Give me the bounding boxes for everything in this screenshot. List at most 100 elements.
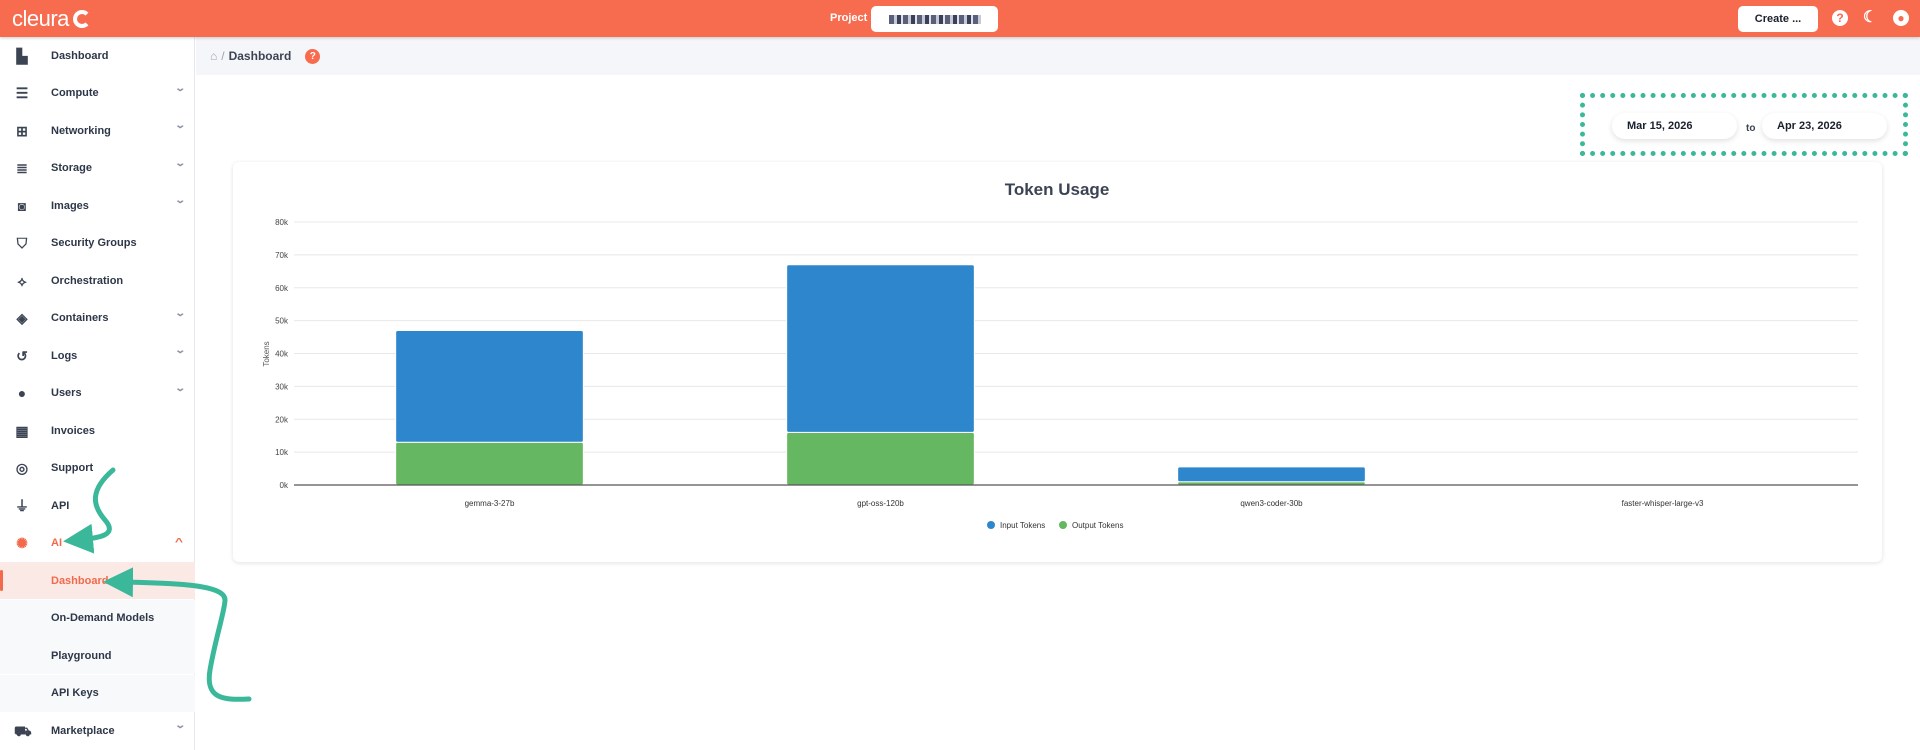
y-tick-label: 30k bbox=[275, 382, 289, 391]
sidebar-item-label: Orchestration bbox=[51, 274, 124, 287]
sidebar-item-label: On-Demand Models bbox=[51, 612, 155, 624]
sitemap-icon: ⊞ bbox=[16, 122, 28, 139]
chevron-up-icon[interactable]: ^ bbox=[175, 537, 183, 548]
y-tick-label: 60k bbox=[275, 284, 289, 293]
sidebar-item-label: API bbox=[51, 499, 70, 512]
x-tick-label: gpt-oss-120b bbox=[857, 499, 904, 508]
sidebar-item-logs[interactable]: ↺ Logs ⌄ bbox=[0, 337, 195, 374]
chevron-down-icon[interactable]: ⌄ bbox=[174, 345, 186, 356]
sidebar-item-label: Dashboard bbox=[51, 574, 109, 587]
cart-icon: ⛟ bbox=[14, 722, 32, 739]
breadcrumb: ⌂ / Dashboard ? bbox=[196, 37, 1920, 75]
x-tick-label: faster-whisper-large-v3 bbox=[1622, 499, 1704, 508]
project-label: Project bbox=[830, 12, 868, 24]
sidebar-item-label: Storage bbox=[51, 162, 92, 174]
sidebar-item-label: Security Groups bbox=[51, 237, 137, 249]
server-icon: ☰ bbox=[15, 85, 29, 101]
sidebar-item-dashboard-sub[interactable]: Dashboard bbox=[0, 562, 195, 599]
sidebar-item-label: Containers bbox=[51, 312, 109, 324]
chevron-down-icon[interactable]: ⌄ bbox=[174, 195, 186, 206]
sidebar-item-label: Images bbox=[51, 199, 89, 212]
y-tick-label: 80k bbox=[275, 218, 289, 227]
sidebar-item-label: Networking bbox=[51, 124, 111, 137]
y-tick-label: 40k bbox=[275, 350, 289, 359]
sidebar-item-users[interactable]: ● Users ⌄ bbox=[0, 375, 195, 412]
bar-input-tokens bbox=[786, 264, 975, 433]
end-date-input[interactable]: Apr 23, 2026 bbox=[1762, 113, 1887, 139]
bar-output-tokens bbox=[786, 431, 975, 486]
chevron-down-icon[interactable]: ⌄ bbox=[174, 83, 186, 94]
breadcrumb-current: Dashboard bbox=[228, 49, 292, 63]
y-tick-label: 50k bbox=[275, 317, 289, 326]
bar-input-tokens bbox=[1177, 466, 1366, 483]
sidebar-item-label: Playground bbox=[51, 649, 112, 662]
camera-icon: ◙ bbox=[17, 197, 27, 214]
sidebar-item-on-demand-models-sub[interactable]: On-Demand Models bbox=[0, 599, 195, 637]
create-button[interactable]: Create ... bbox=[1738, 6, 1818, 32]
start-date-input[interactable]: Mar 15, 2026 bbox=[1612, 113, 1737, 139]
token-usage-chart: Token Usage Tokens 0k 10k 20k 30k 40k 50k 60k 70k… bbox=[262, 180, 1858, 530]
sidebar-item-compute[interactable]: ☰ Compute ⌄ bbox=[0, 75, 195, 112]
plug-icon: ⏚ bbox=[15, 497, 29, 514]
legend-item: Output Tokens bbox=[1072, 521, 1123, 530]
sidebar-item-label: Compute bbox=[51, 87, 99, 99]
help-icon[interactable]: ? bbox=[305, 48, 321, 64]
life-ring-icon: ◎ bbox=[15, 460, 29, 476]
sidebar-item-label: API Keys bbox=[51, 687, 99, 699]
y-tick-label: 20k bbox=[275, 415, 289, 424]
sidebar-item-dashboard[interactable]: ▙ Dashboard bbox=[0, 37, 195, 74]
sidebar-item-api-keys-sub[interactable]: API Keys bbox=[0, 674, 195, 712]
date-separator: to bbox=[1746, 123, 1756, 134]
top-header: cleura Project Create ... ? ☾ ● bbox=[0, 0, 1920, 37]
chart-title: Token Usage bbox=[1005, 180, 1110, 199]
chevron-down-icon[interactable]: ⌄ bbox=[174, 120, 186, 131]
sidebar: ▙ Dashboard ☰ Compute ⌄ ⊞ Networking ⌄ ≣ Storage ⌄… bbox=[0, 37, 195, 750]
sidebar-item-orchestration[interactable]: ⟡ Orchestration bbox=[0, 262, 195, 299]
home-icon[interactable]: ⌂ bbox=[210, 49, 217, 63]
moon-icon[interactable]: ☾ bbox=[1862, 10, 1878, 26]
x-tick-label: gemma-3-27b bbox=[465, 499, 515, 508]
legend-marker bbox=[987, 521, 995, 529]
breadcrumb-separator: / bbox=[221, 49, 225, 63]
sidebar-item-label: Users bbox=[51, 387, 82, 399]
bar-output-tokens bbox=[395, 441, 584, 486]
sidebar-item-networking[interactable]: ⊞ Networking ⌄ bbox=[0, 112, 195, 149]
project-selector[interactable] bbox=[871, 6, 998, 32]
calculator-icon: ▦ bbox=[15, 422, 29, 439]
sidebar-item-containers[interactable]: ◈ Containers ⌄ bbox=[0, 300, 195, 337]
y-tick-label: 70k bbox=[275, 251, 289, 260]
y-tick-label: 10k bbox=[275, 448, 289, 457]
y-tick-label: 0k bbox=[280, 481, 289, 490]
brain-icon: ✺ bbox=[16, 535, 28, 551]
sidebar-item-storage[interactable]: ≣ Storage ⌄ bbox=[0, 150, 195, 187]
chart-area-icon: ▙ bbox=[16, 47, 28, 64]
sidebar-item-label: Invoices bbox=[51, 424, 96, 437]
chevron-down-icon[interactable]: ⌄ bbox=[174, 383, 186, 394]
orchestration-icon: ⟡ bbox=[17, 272, 27, 289]
sidebar-item-marketplace[interactable]: ⛟ Marketplace ⌄ bbox=[0, 712, 195, 749]
sidebar-item-invoices[interactable]: ▦ Invoices bbox=[0, 412, 195, 449]
logo-icon bbox=[72, 10, 91, 28]
sidebar-item-api[interactable]: ⏚ API bbox=[0, 487, 195, 524]
legend-marker bbox=[1059, 521, 1067, 529]
sidebar-item-label: AI bbox=[51, 537, 62, 549]
cleura-logo[interactable]: cleura bbox=[12, 6, 91, 32]
user-icon[interactable]: ● bbox=[1893, 10, 1909, 26]
chevron-down-icon[interactable]: ⌄ bbox=[174, 720, 186, 731]
sidebar-item-ai[interactable]: ✺ AI ^ bbox=[0, 525, 195, 562]
history-icon: ↺ bbox=[16, 347, 28, 364]
redacted-project-name bbox=[888, 14, 981, 24]
database-icon: ≣ bbox=[16, 160, 28, 176]
sidebar-item-security-groups[interactable]: ⛉ Security Groups bbox=[0, 225, 195, 262]
sidebar-item-playground-sub[interactable]: Playground bbox=[0, 637, 195, 674]
chevron-down-icon[interactable]: ⌄ bbox=[174, 158, 186, 169]
logo-text: cleura bbox=[12, 6, 69, 31]
help-icon[interactable]: ? bbox=[1832, 10, 1848, 26]
chevron-down-icon[interactable]: ⌄ bbox=[174, 308, 186, 319]
sidebar-item-label: Logs bbox=[51, 349, 78, 362]
token-usage-card: Token Usage Tokens 0k 10k 20k 30k 40k 50k 60k 70k… bbox=[233, 162, 1882, 562]
date-range-highlight: Mar 15, 2026 to Apr 23, 2026 bbox=[1580, 93, 1908, 156]
sidebar-item-support[interactable]: ◎ Support bbox=[0, 450, 195, 487]
sidebar-item-images[interactable]: ◙ Images ⌄ bbox=[0, 187, 195, 224]
sidebar-item-label: Support bbox=[51, 462, 94, 474]
